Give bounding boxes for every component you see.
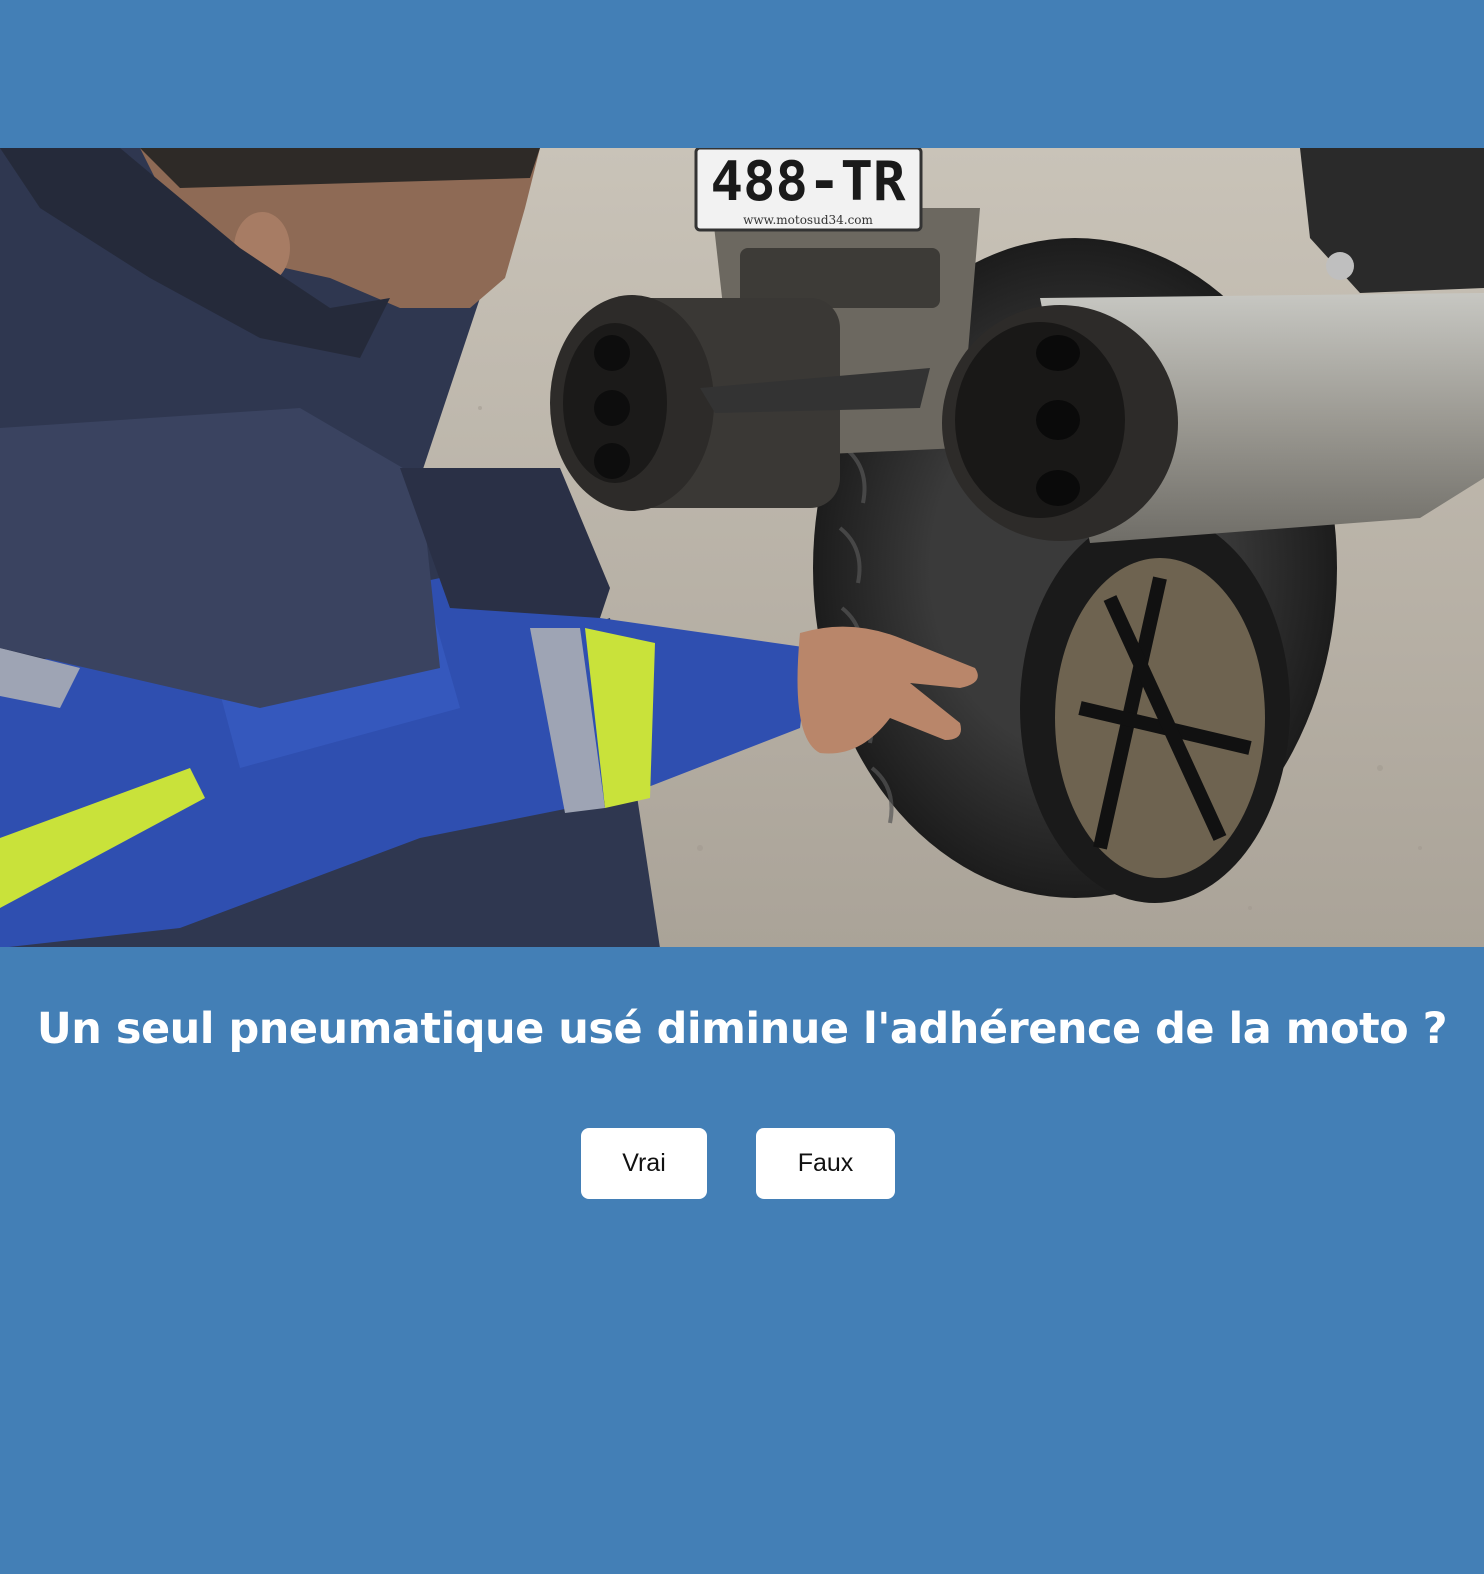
motorcycle-tire-inspection-illustration: 488-TR www.motosud34.com	[0, 148, 1484, 947]
question-photo: 488-TR www.motosud34.com	[0, 148, 1484, 947]
answer-false-button[interactable]: Faux	[756, 1128, 895, 1199]
plate-text: 488-TR	[710, 150, 906, 213]
question-text: Un seul pneumatique usé diminue l'adhére…	[36, 1004, 1448, 1054]
plate-site: www.motosud34.com	[743, 213, 873, 227]
answer-options: Vrai Faux	[0, 1128, 1484, 1199]
answer-true-button[interactable]: Vrai	[581, 1128, 707, 1199]
